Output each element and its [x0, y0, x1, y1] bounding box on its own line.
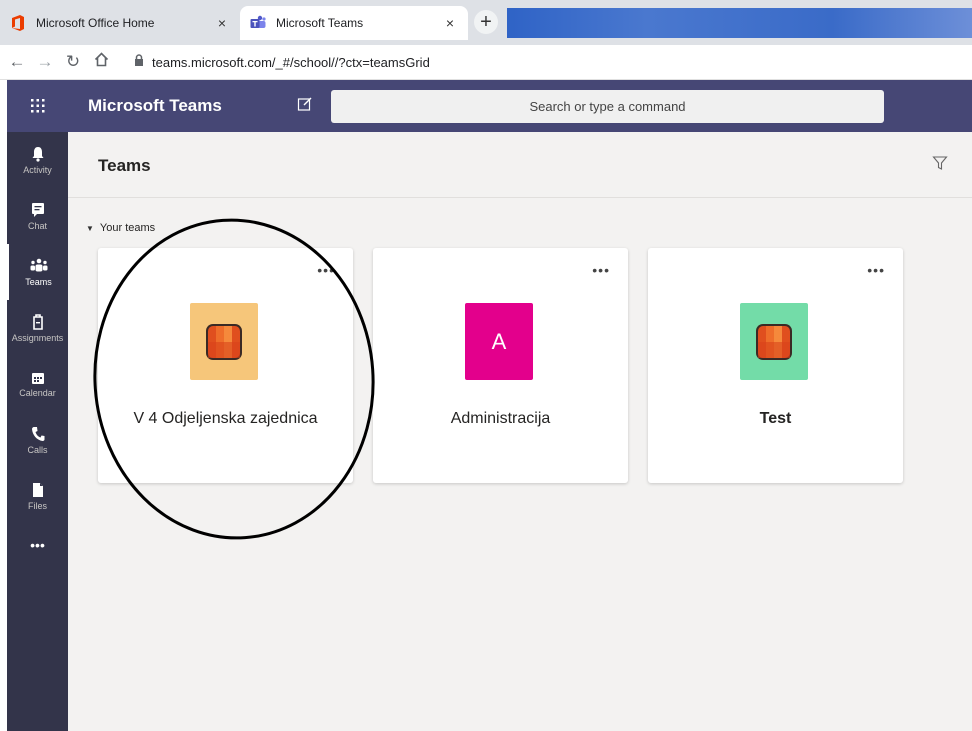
- home-icon[interactable]: [90, 52, 112, 72]
- team-card[interactable]: ••• Test: [648, 248, 903, 483]
- lock-icon[interactable]: [134, 53, 146, 71]
- more-options-button[interactable]: •••: [592, 262, 610, 278]
- rail-item-assignments[interactable]: Assignments: [7, 300, 68, 356]
- tab-title: Microsoft Teams: [276, 16, 364, 30]
- phone-icon: [31, 426, 44, 441]
- team-default-icon: [756, 323, 792, 360]
- browser-toolbar: ← → ↻ teams.microsoft.com/_#/school//?ct…: [0, 45, 972, 80]
- teams-icon: [30, 258, 47, 271]
- chat-icon: [31, 202, 44, 217]
- rail-more-button[interactable]: •••: [7, 524, 68, 566]
- back-arrow-icon[interactable]: ←: [6, 52, 28, 72]
- rail-label: Assignments: [11, 332, 64, 343]
- rail-item-calls[interactable]: Calls: [7, 412, 68, 468]
- new-tab-button[interactable]: +: [474, 10, 498, 34]
- compose-icon[interactable]: [297, 96, 315, 114]
- rail-label: Calls: [27, 444, 48, 455]
- tab-close-button[interactable]: ×: [214, 15, 230, 31]
- rail-item-teams[interactable]: Teams: [7, 244, 68, 300]
- team-card[interactable]: ••• A Administracija: [373, 248, 628, 483]
- file-icon: [32, 482, 43, 497]
- app-launcher-icon[interactable]: [7, 80, 68, 132]
- rail-label: Files: [27, 500, 47, 511]
- rail-item-activity[interactable]: Activity: [7, 132, 68, 188]
- tab-close-button[interactable]: ×: [442, 15, 458, 31]
- filter-icon[interactable]: [932, 155, 948, 171]
- team-name: Administracija: [450, 410, 551, 427]
- rail-item-chat[interactable]: Chat: [7, 188, 68, 244]
- team-avatar: [740, 303, 808, 380]
- team-card[interactable]: ••• V 4 Odjeljenska zajednica: [98, 248, 353, 483]
- more-options-button[interactable]: •••: [867, 262, 885, 278]
- app-title: Microsoft Teams: [88, 96, 222, 115]
- app-header: Microsoft Teams Search or type a command: [7, 80, 972, 132]
- tab-title: Microsoft Office Home: [36, 16, 155, 30]
- more-options-button[interactable]: •••: [317, 262, 335, 278]
- search-input[interactable]: Search or type a command: [331, 90, 884, 123]
- teams-main: Teams ▼ Your teams ••• V 4 Odjeljenska z…: [68, 132, 972, 731]
- team-name: V 4 Odjeljenska zajednica: [133, 410, 318, 427]
- office-icon: [10, 15, 26, 31]
- window-titlebar-area: [507, 8, 972, 38]
- teams-app: Microsoft Teams Search or type a command…: [7, 80, 972, 731]
- forward-arrow-icon[interactable]: →: [34, 52, 56, 72]
- team-default-icon: [206, 323, 242, 360]
- tab-microsoft-teams[interactable]: Microsoft Teams ×: [240, 6, 468, 40]
- caret-down-icon: ▼: [86, 223, 94, 233]
- calendar-icon: [31, 372, 44, 384]
- rail-item-files[interactable]: Files: [7, 468, 68, 524]
- team-name: Test: [759, 410, 792, 427]
- assignments-icon: [32, 313, 43, 330]
- reload-icon[interactable]: ↻: [62, 52, 84, 72]
- teams-icon: [250, 15, 266, 31]
- team-avatar: A: [465, 303, 533, 380]
- rail-label: Teams: [25, 276, 52, 287]
- rail-label: Activity: [23, 164, 52, 175]
- browser-tab-strip: Microsoft Office Home × Microsoft Teams …: [0, 0, 972, 45]
- rail-item-calendar[interactable]: Calendar: [7, 356, 68, 412]
- page-title: Teams: [98, 156, 151, 175]
- teams-header: Teams: [68, 132, 972, 198]
- section-label: Your teams: [99, 222, 156, 234]
- tab-office-home[interactable]: Microsoft Office Home ×: [0, 6, 240, 40]
- avatar-initial: A: [491, 328, 507, 354]
- rail-label: Chat: [27, 220, 47, 231]
- team-avatar: [190, 303, 258, 380]
- address-bar-url[interactable]: teams.microsoft.com/_#/school//?ctx=team…: [152, 55, 430, 70]
- bell-icon: [32, 146, 43, 162]
- app-rail: Activity Chat Teams Assignments Calendar…: [7, 132, 68, 731]
- your-teams-toggle[interactable]: ▼ Your teams: [86, 222, 155, 234]
- rail-label: Calendar: [19, 387, 56, 398]
